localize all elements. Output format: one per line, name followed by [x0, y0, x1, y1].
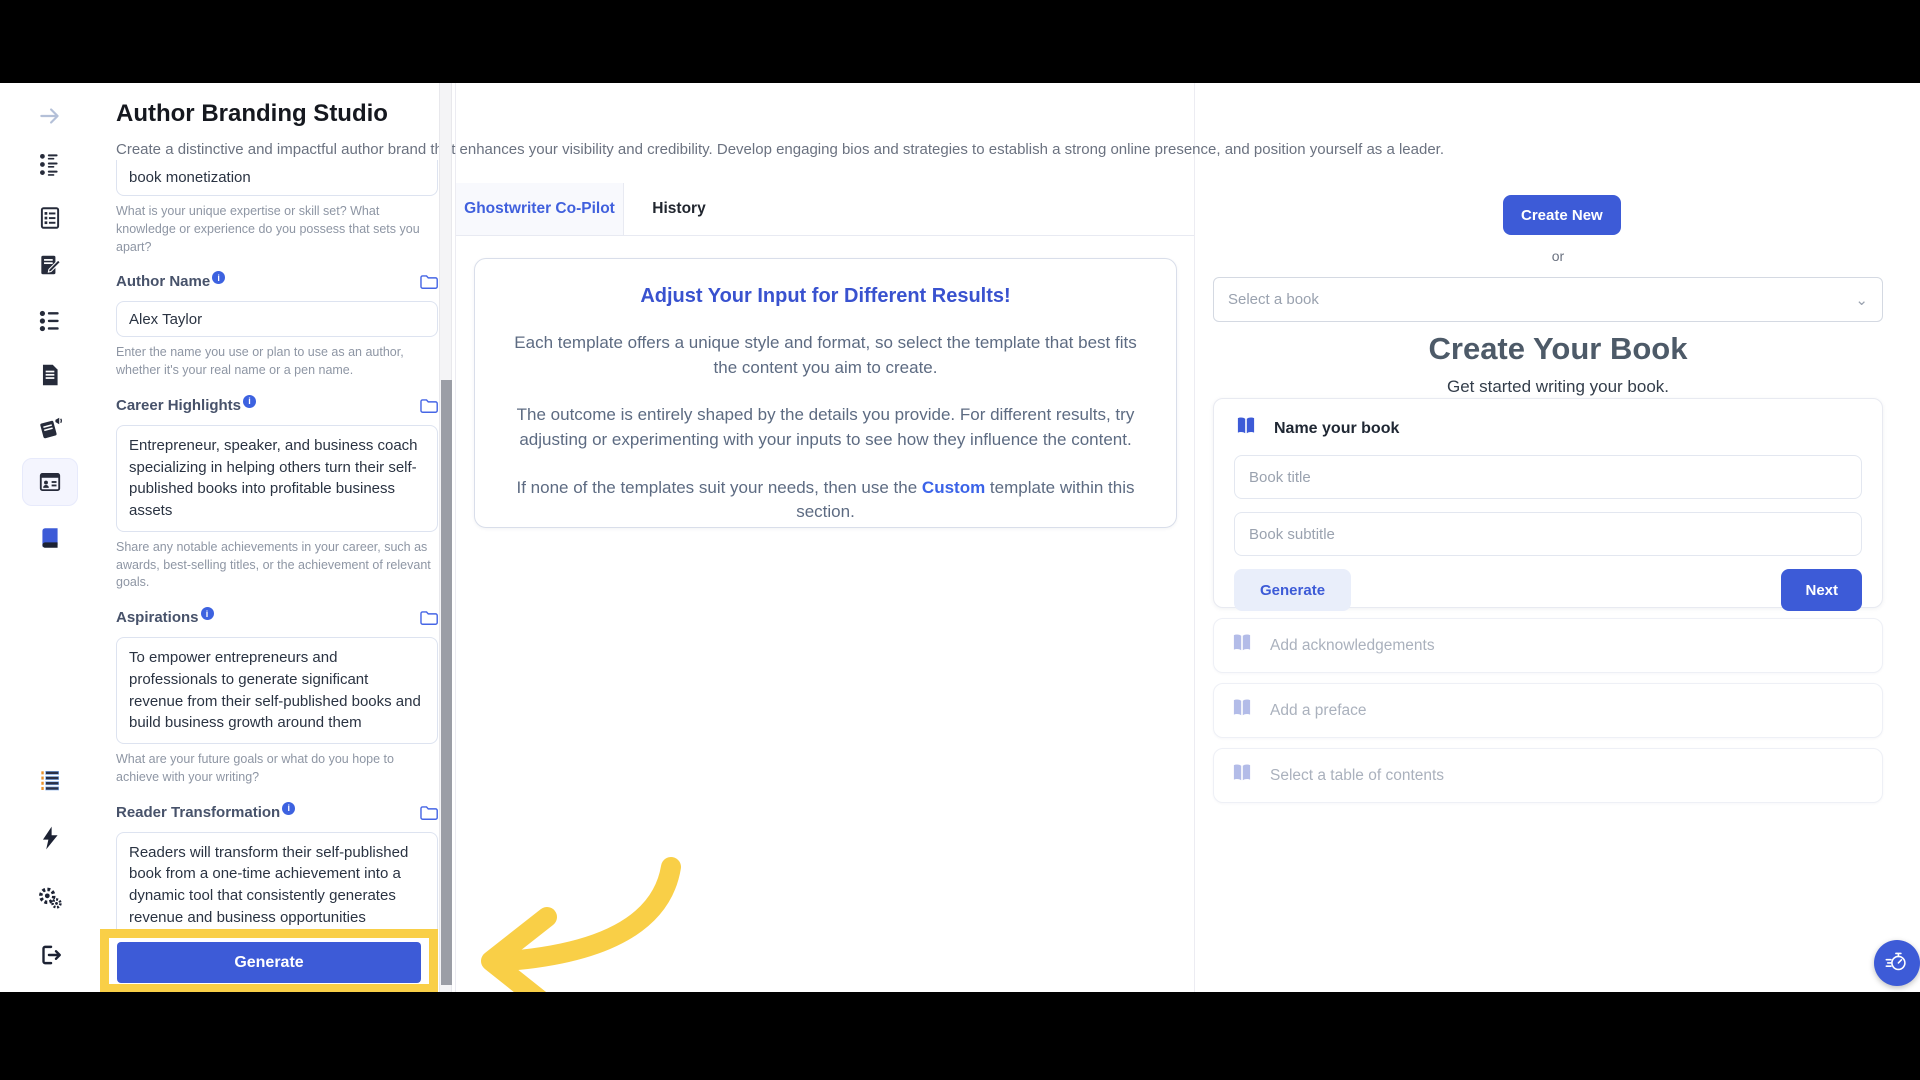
- row-label: Select a table of contents: [1270, 766, 1445, 784]
- adjust-input-title: Adjust Your Input for Different Results!: [640, 285, 1011, 307]
- clipboard-list-icon[interactable]: [30, 198, 70, 238]
- row-label: Add acknowledgements: [1270, 636, 1435, 654]
- custom-template-link[interactable]: Custom: [922, 478, 985, 497]
- folder-icon[interactable]: [419, 273, 438, 295]
- open-book-icon: [1230, 632, 1254, 659]
- open-book-icon: [1234, 415, 1258, 442]
- expand-arrow-icon[interactable]: [30, 96, 70, 136]
- page-title: Author Branding Studio: [116, 100, 388, 127]
- bullet-list-icon[interactable]: [30, 301, 70, 341]
- copilot-panel: Ghostwriter Co-Pilot History Adjust Your…: [455, 83, 1195, 992]
- letterbox-bottom: [0, 992, 1920, 1080]
- blue-book-icon[interactable]: [30, 518, 70, 558]
- stopwatch-icon: [1884, 949, 1910, 978]
- reader-transformation-textarea[interactable]: Readers will transform their self-publis…: [116, 831, 438, 930]
- logout-icon[interactable]: [30, 935, 70, 975]
- career-highlights-helper: Share any notable achievements in your c…: [116, 539, 431, 590]
- sidebar: [0, 83, 100, 992]
- add-acknowledgements-row[interactable]: Add acknowledgements: [1213, 618, 1883, 673]
- author-branding-icon[interactable]: [30, 462, 70, 502]
- lightning-icon[interactable]: [30, 818, 70, 858]
- form-scrollbar[interactable]: [439, 83, 452, 992]
- adjust-input-card: Adjust Your Input for Different Results!…: [474, 258, 1177, 528]
- branding-form-panel: book monetization What is your unique ex…: [100, 160, 438, 930]
- generate-book-name-button[interactable]: Generate: [1234, 569, 1352, 611]
- copilot-tabbar: Ghostwriter Co-Pilot History: [456, 183, 1195, 236]
- or-separator: or: [1551, 248, 1565, 264]
- adjust-input-paragraph-3: If none of the templates suit your needs…: [509, 476, 1142, 525]
- book-pen-icon[interactable]: [30, 245, 70, 285]
- adjust-input-paragraph-1: Each template offers a unique style and …: [514, 333, 1137, 377]
- open-book-icon: [1230, 762, 1254, 789]
- author-name-input[interactable]: [116, 301, 438, 338]
- book-title-input[interactable]: [1234, 455, 1862, 499]
- create-book-panel: Create New or Select a book ⌄ Create You…: [1194, 83, 1920, 992]
- next-button[interactable]: Next: [1781, 569, 1862, 611]
- expertise-helper: What is your unique expertise or skill s…: [116, 204, 420, 254]
- folder-icon[interactable]: [419, 804, 438, 826]
- select-book-placeholder: Select a book: [1228, 291, 1319, 308]
- page-subtitle: Create a distinctive and impactful autho…: [116, 141, 1445, 158]
- aspirations-label: Aspirations: [116, 609, 199, 626]
- open-book-icon: [1230, 697, 1254, 724]
- book-subtitle-input[interactable]: [1234, 512, 1862, 556]
- career-highlights-label: Career Highlights: [116, 396, 242, 414]
- name-your-book-card: Name your book Generate Next: [1213, 398, 1883, 611]
- name-your-book-title: Name your book: [1274, 419, 1400, 437]
- folder-icon[interactable]: [419, 397, 438, 419]
- aspirations-helper: What are your future goals or what do yo…: [116, 752, 394, 784]
- create-your-book-heading: Create Your Book: [1428, 331, 1688, 366]
- people-list-icon[interactable]: [30, 145, 70, 185]
- speed-assistant-button[interactable]: [1874, 940, 1920, 986]
- create-your-book-subheading: Get started writing your book.: [1446, 377, 1670, 396]
- app-window: Author Branding Studio Create a distinct…: [0, 0, 1920, 1080]
- author-name-helper: Enter the name you use or plan to use as…: [116, 345, 404, 377]
- tab-history[interactable]: History: [624, 183, 734, 235]
- select-book-dropdown[interactable]: Select a book ⌄: [1213, 277, 1883, 322]
- add-preface-row[interactable]: Add a preface: [1213, 683, 1883, 738]
- generate-branding-button[interactable]: Generate: [117, 942, 421, 983]
- select-table-of-contents-row[interactable]: Select a table of contents: [1213, 748, 1883, 803]
- folder-icon[interactable]: [419, 609, 438, 631]
- career-highlights-textarea[interactable]: Entrepreneur, speaker, and business coac…: [116, 424, 438, 532]
- chevron-down-icon: ⌄: [1855, 291, 1868, 309]
- reader-transformation-label: Reader Transformation: [116, 803, 281, 821]
- create-new-button[interactable]: Create New: [1503, 195, 1621, 235]
- audiobook-icon[interactable]: [30, 408, 70, 448]
- document-icon[interactable]: [30, 355, 70, 395]
- aspirations-textarea[interactable]: To empower entrepreneurs and professiona…: [116, 637, 438, 744]
- info-icon[interactable]: i: [282, 801, 296, 815]
- expertise-field[interactable]: book monetization: [116, 160, 438, 196]
- letterbox-top: [0, 0, 1920, 83]
- paragraph-text: If none of the templates suit your needs…: [516, 477, 922, 497]
- author-name-label: Author Name: [116, 273, 211, 291]
- info-icon[interactable]: i: [212, 271, 226, 285]
- info-icon[interactable]: i: [243, 394, 257, 408]
- row-label: Add a preface: [1270, 701, 1367, 719]
- gears-icon[interactable]: [30, 878, 70, 918]
- form-scrollbar-thumb[interactable]: [441, 380, 452, 985]
- adjust-input-paragraph-2: The outcome is entirely shaped by the de…: [516, 405, 1135, 449]
- tab-ghostwriter-copilot[interactable]: Ghostwriter Co-Pilot: [456, 183, 624, 235]
- info-icon[interactable]: i: [200, 607, 214, 620]
- colored-list-icon[interactable]: [30, 760, 70, 800]
